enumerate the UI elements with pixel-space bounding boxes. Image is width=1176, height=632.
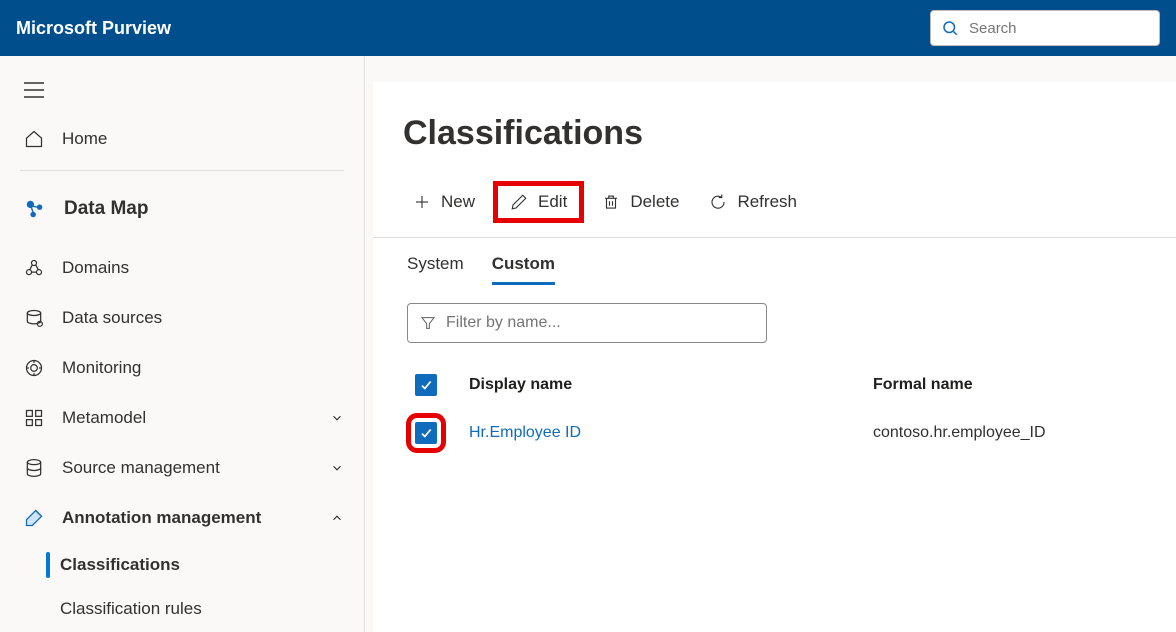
domains-icon — [24, 258, 44, 278]
nav-item-label: Data sources — [62, 308, 162, 328]
toolbar-label: Edit — [538, 192, 567, 212]
nav-item-label: Source management — [62, 458, 220, 478]
nav-home-label: Home — [62, 129, 107, 149]
brand-title: Microsoft Purview — [16, 18, 171, 39]
column-display-name[interactable]: Display name — [469, 376, 849, 394]
sidebar: Home Data Map Domains Data sources Monit… — [0, 56, 365, 632]
nav-section-label: Data Map — [64, 198, 148, 220]
chevron-down-icon — [330, 411, 344, 425]
nav-divider — [20, 170, 344, 171]
plus-icon — [413, 193, 431, 211]
page-title: Classifications — [373, 114, 1176, 153]
data-map-icon — [24, 198, 46, 220]
column-formal-name[interactable]: Formal name — [873, 376, 1142, 394]
nav-data-sources[interactable]: Data sources — [0, 293, 364, 343]
nav-domains[interactable]: Domains — [0, 243, 364, 293]
refresh-icon — [709, 193, 727, 211]
filter-box[interactable] — [407, 303, 767, 343]
nav-home[interactable]: Home — [0, 114, 364, 164]
subnav-classification-rules[interactable]: Classification rules — [46, 587, 364, 631]
toolbar-label: Delete — [630, 192, 679, 212]
table-header: Display name Formal name — [407, 361, 1142, 409]
annotation-icon — [24, 508, 44, 528]
nav-item-label: Domains — [62, 258, 129, 278]
filter-input[interactable] — [446, 314, 754, 332]
monitoring-icon — [24, 358, 44, 378]
nav-section-data-map[interactable]: Data Map — [0, 181, 364, 237]
row-formal-name: contoso.hr.employee_ID — [873, 424, 1142, 442]
data-sources-icon — [24, 308, 44, 328]
subnav-label: Classification rules — [60, 599, 202, 619]
tabs: System Custom — [373, 254, 1176, 285]
source-management-icon — [24, 458, 44, 478]
nav-item-label: Annotation management — [62, 508, 261, 528]
app-header: Microsoft Purview — [0, 0, 1176, 56]
new-button[interactable]: New — [401, 186, 487, 218]
toolbar-label: Refresh — [737, 192, 797, 212]
nav-metamodel[interactable]: Metamodel — [0, 393, 364, 443]
toolbar: New Edit Delete Refresh — [373, 181, 1176, 238]
edit-button[interactable]: Edit — [493, 181, 584, 223]
nav-monitoring[interactable]: Monitoring — [0, 343, 364, 393]
home-icon — [24, 129, 44, 149]
delete-button[interactable]: Delete — [590, 186, 691, 218]
check-icon — [419, 378, 433, 392]
trash-icon — [602, 193, 620, 211]
nav-annotation-management[interactable]: Annotation management — [0, 493, 364, 543]
pencil-icon — [510, 193, 528, 211]
toolbar-label: New — [441, 192, 475, 212]
chevron-down-icon — [330, 461, 344, 475]
search-input[interactable] — [969, 20, 1149, 37]
refresh-button[interactable]: Refresh — [697, 186, 809, 218]
nav-item-label: Monitoring — [62, 358, 141, 378]
search-icon — [941, 19, 959, 37]
metamodel-icon — [24, 408, 44, 428]
filter-icon — [420, 315, 436, 331]
nav-item-label: Metamodel — [62, 408, 146, 428]
tab-system[interactable]: System — [407, 254, 464, 285]
chevron-up-icon — [330, 511, 344, 525]
check-icon — [419, 426, 433, 440]
subnav-classifications[interactable]: Classifications — [46, 543, 364, 587]
select-all-checkbox[interactable] — [415, 374, 437, 396]
row-display-name[interactable]: Hr.Employee ID — [469, 424, 849, 442]
row-checkbox[interactable] — [415, 422, 437, 444]
nav-source-management[interactable]: Source management — [0, 443, 364, 493]
table-row: Hr.Employee ID contoso.hr.employee_ID — [407, 409, 1142, 457]
subnav-label: Classifications — [60, 555, 180, 575]
classifications-table: Display name Formal name Hr.Employee ID … — [373, 351, 1176, 457]
tab-custom[interactable]: Custom — [492, 254, 555, 285]
main-content: Classifications New Edit Delete Refresh … — [373, 82, 1176, 632]
global-search[interactable] — [930, 10, 1160, 46]
hamburger-icon[interactable] — [24, 82, 44, 98]
